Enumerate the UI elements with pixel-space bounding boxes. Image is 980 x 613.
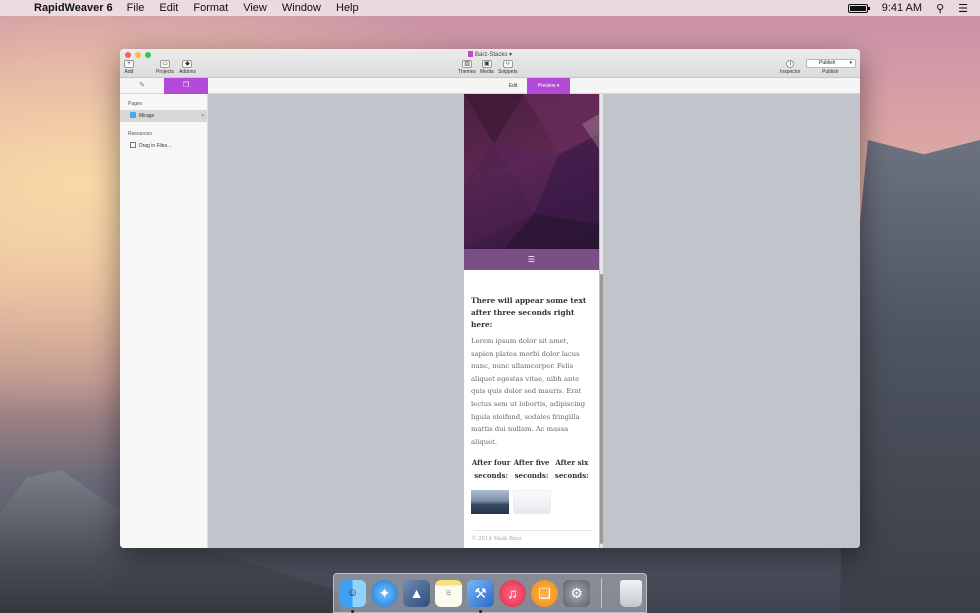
menu-format[interactable]: Format	[193, 2, 228, 14]
body-text: Lorem ipsum dolor sit amet, sapien plate…	[471, 337, 586, 446]
column-six-seconds: After six seconds:	[554, 458, 589, 480]
window-toolbar: Barz-Stacks ▾ + Add ▭ Projects ◆ Addons …	[120, 49, 860, 78]
clock[interactable]: 9:41 AM	[882, 2, 922, 14]
dock-separator	[601, 578, 602, 608]
publish-label: Publish	[822, 69, 839, 75]
sidebar-item-drag-files[interactable]: Drag in Files...	[120, 140, 207, 152]
preview-icon[interactable]: ▲	[403, 579, 430, 607]
battery-icon[interactable]	[847, 3, 870, 13]
mobile-preview[interactable]: ☰ There will appear some text after thre…	[464, 94, 599, 548]
projects-label: Projects	[156, 69, 175, 75]
chevron-down-icon: ▾	[556, 83, 560, 89]
inspector-button[interactable]: i Inspector	[780, 60, 801, 75]
lead-text: There will appear some text after three …	[471, 296, 587, 329]
addons-icon: ◆	[182, 60, 193, 68]
sidebar-item-label: Mirage	[139, 113, 155, 119]
snippets-icon: ‹›	[502, 60, 513, 68]
resources-heading: Resources	[128, 131, 152, 137]
tab-preview[interactable]: Preview ▾	[527, 78, 570, 94]
plus-icon: +	[124, 60, 134, 68]
media-icon: ▣	[481, 60, 492, 68]
sidebar-item-mirage[interactable]: Mirage ▾	[120, 110, 207, 122]
column-four-seconds: After four seconds:	[471, 458, 511, 480]
dock: ☺ ✦ ▲ ≡ ⚒ ♫ ❑ ⚙	[333, 573, 647, 613]
themes-button[interactable]: ▥ Themes	[458, 60, 476, 75]
thumbnail-light[interactable]	[513, 490, 551, 515]
chevron-down-icon: ▾	[849, 60, 852, 66]
rapidweaver-window: Barz-Stacks ▾ + Add ▭ Projects ◆ Addons …	[120, 49, 860, 548]
add-label: Add	[124, 69, 134, 75]
preview-canvas: ☰ There will appear some text after thre…	[208, 94, 860, 548]
publish-button[interactable]: Publish ▾	[806, 59, 856, 68]
running-indicator	[351, 609, 354, 613]
themes-label: Themes	[458, 69, 477, 75]
addons-button[interactable]: ◆ Addons	[179, 60, 196, 75]
menu-edit[interactable]: Edit	[159, 2, 178, 14]
notes-icon[interactable]: ≡	[435, 579, 462, 607]
menu-view[interactable]: View	[243, 2, 267, 14]
sidebar-item-label: Drag in Files...	[139, 143, 172, 149]
trash-icon[interactable]	[620, 579, 642, 607]
inspector-label: Inspector	[780, 69, 801, 75]
publish-button-label: Publish	[819, 60, 836, 66]
wrench-icon: ✎	[139, 82, 145, 89]
menu-window[interactable]: Window	[282, 2, 321, 14]
thumbnails	[471, 490, 592, 515]
media-label: Media	[480, 69, 494, 75]
delay-columns: After four seconds: After five seconds: …	[471, 457, 592, 482]
safari-icon[interactable]: ✦	[371, 579, 398, 607]
projects-button[interactable]: ▭ Projects	[156, 60, 174, 75]
document-icon	[467, 51, 473, 57]
snippets-button[interactable]: ‹› Snippets	[498, 60, 517, 75]
info-icon: i	[786, 60, 795, 68]
system-preferences-icon[interactable]: ⚙	[563, 579, 590, 607]
preview-scrollbar[interactable]	[600, 94, 603, 548]
add-button[interactable]: + Add	[124, 60, 134, 75]
hero-image	[464, 94, 599, 249]
disclosure-icon[interactable]: ▾	[201, 110, 204, 122]
preview-content: There will appear some text after three …	[464, 270, 599, 542]
sidebar: Pages Mirage ▾ Resources Drag in Files..…	[120, 94, 208, 548]
addons-label: Addons	[179, 69, 196, 75]
themes-icon: ▥	[462, 60, 473, 68]
hamburger-menu-icon[interactable]: ☰	[464, 249, 599, 270]
spotlight-icon[interactable]: ⚲	[936, 2, 944, 15]
itunes-icon[interactable]: ♫	[499, 579, 526, 607]
thumbnail-landscape[interactable]	[471, 490, 509, 515]
xcode-icon[interactable]: ⚒	[467, 579, 494, 613]
media-button[interactable]: ▣ Media	[480, 60, 494, 75]
pages-heading: Pages	[128, 101, 143, 107]
tab-settings[interactable]: ✎	[120, 78, 164, 94]
running-indicator	[479, 609, 482, 613]
app-menu[interactable]: RapidWeaver 6	[34, 2, 113, 14]
tab-edit[interactable]: Edit	[499, 78, 527, 94]
tab-preview-label: Preview	[537, 83, 556, 89]
projects-icon: ▭	[160, 60, 171, 68]
menu-help[interactable]: Help	[336, 2, 359, 14]
notification-center-icon[interactable]: ☰	[958, 2, 968, 15]
pages-icon: ❐	[182, 82, 190, 89]
wallpaper-mountain-right	[840, 140, 980, 613]
document-title[interactable]: Barz-Stacks ▾	[120, 51, 860, 58]
tab-pages[interactable]: ❐	[164, 78, 208, 94]
file-drop-icon	[130, 142, 136, 148]
menubar: RapidWeaver 6 File Edit Format View Wind…	[0, 0, 980, 16]
footer-copyright: © 2014 Maik Barz	[471, 530, 592, 542]
menu-file[interactable]: File	[127, 2, 145, 14]
document-title-text: Barz-Stacks	[474, 52, 508, 58]
column-five-seconds: After five seconds:	[513, 458, 550, 480]
finder-icon[interactable]: ☺	[339, 579, 366, 613]
ibooks-icon[interactable]: ❑	[531, 579, 558, 607]
tab-bar: ✎ ❐ Edit Preview ▾	[120, 78, 860, 94]
snippets-label: Snippets	[498, 69, 518, 75]
page-icon	[130, 112, 136, 118]
